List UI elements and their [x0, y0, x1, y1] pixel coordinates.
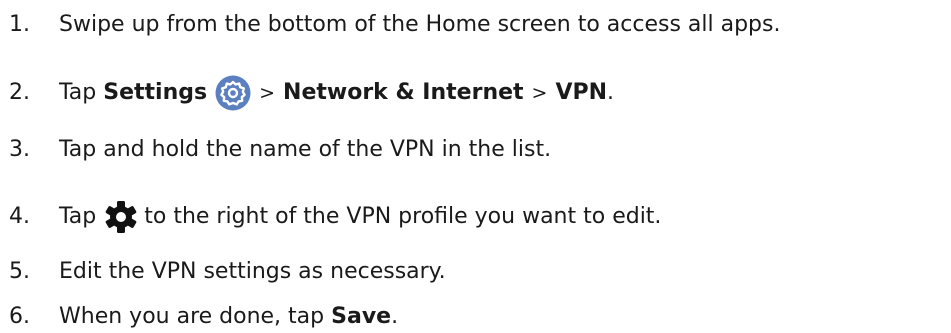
step-text: Tap [59, 204, 97, 229]
step-text: Swipe up from the bottom of the Home scr… [59, 12, 781, 37]
step-1: 1. Swipe up from the bottom of the Home … [0, 11, 780, 39]
step-6: 6. When you are done, tap Save . [0, 303, 398, 331]
settings-app-icon [215, 75, 251, 111]
step-text: Tap [59, 80, 104, 105]
period: . [607, 80, 615, 105]
step-number: 2. [9, 80, 30, 105]
step-number: 1. [9, 12, 30, 37]
step-4: 4. Tap to the right of the VPN profile y… [0, 200, 661, 234]
network-internet-label: Network & Internet [283, 80, 524, 105]
step-text: Edit the VPN settings as necessary. [59, 259, 446, 284]
vpn-label: VPN [555, 80, 608, 105]
step-number: 3. [9, 137, 30, 162]
step-5: 5. Edit the VPN settings as necessary. [0, 258, 446, 286]
step-text-continued: to the right of the VPN profile you want… [144, 204, 662, 229]
step-number: 6. [9, 304, 30, 329]
step-number: 5. [9, 259, 30, 284]
save-label: Save [331, 304, 392, 329]
settings-label: Settings [103, 80, 208, 105]
step-3: 3. Tap and hold the name of the VPN in t… [0, 136, 551, 164]
period: . [391, 304, 399, 329]
gear-icon [104, 200, 138, 234]
step-text: Tap and hold the name of the VPN in the … [59, 137, 552, 162]
step-2: 2. Tap Settings > Network & Internet > V… [0, 75, 614, 111]
path-separator: > [531, 82, 548, 104]
step-text: When you are done, tap [59, 304, 332, 329]
step-number: 4. [9, 204, 30, 229]
path-separator: > [259, 82, 276, 104]
